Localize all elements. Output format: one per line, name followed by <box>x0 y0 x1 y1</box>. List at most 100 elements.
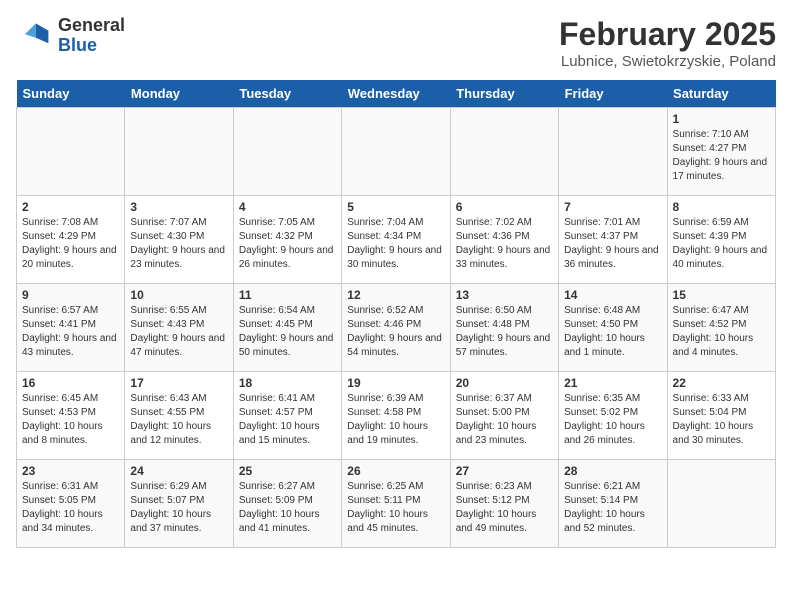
calendar-cell <box>342 108 450 196</box>
calendar-cell: 3 Sunrise: 7:07 AM Sunset: 4:30 PM Daylig… <box>125 196 233 284</box>
day-number: 27 <box>456 464 553 478</box>
day-info: Sunrise: 6:23 AM Sunset: 5:12 PM Dayligh… <box>456 480 553 536</box>
calendar-week-row: 16 Sunrise: 6:45 AM Sunset: 4:53 PM Dayli… <box>17 372 776 460</box>
calendar-title: February 2025 <box>559 16 776 53</box>
day-info: Sunrise: 6:45 AM Sunset: 4:53 PM Dayligh… <box>22 392 119 448</box>
calendar-cell: 10 Sunrise: 6:55 AM Sunset: 4:43 PM Dayli… <box>125 284 233 372</box>
weekday-header-saturday: Saturday <box>667 80 775 108</box>
day-number: 12 <box>347 288 444 302</box>
day-info: Sunrise: 6:25 AM Sunset: 5:11 PM Dayligh… <box>347 480 444 536</box>
day-number: 8 <box>673 200 770 214</box>
calendar-cell: 18 Sunrise: 6:41 AM Sunset: 4:57 PM Dayli… <box>233 372 341 460</box>
day-info: Sunrise: 6:47 AM Sunset: 4:52 PM Dayligh… <box>673 304 770 360</box>
calendar-cell: 13 Sunrise: 6:50 AM Sunset: 4:48 PM Dayli… <box>450 284 558 372</box>
day-info: Sunrise: 6:48 AM Sunset: 4:50 PM Dayligh… <box>564 304 661 360</box>
day-info: Sunrise: 6:52 AM Sunset: 4:46 PM Dayligh… <box>347 304 444 360</box>
day-info: Sunrise: 6:43 AM Sunset: 4:55 PM Dayligh… <box>130 392 227 448</box>
day-info: Sunrise: 6:57 AM Sunset: 4:41 PM Dayligh… <box>22 304 119 360</box>
calendar-cell: 7 Sunrise: 7:01 AM Sunset: 4:37 PM Daylig… <box>559 196 667 284</box>
day-info: Sunrise: 6:35 AM Sunset: 5:02 PM Dayligh… <box>564 392 661 448</box>
day-number: 1 <box>673 112 770 126</box>
calendar-week-row: 2Sunrise: 7:08 AM Sunset: 4:29 PM Daylig… <box>17 196 776 284</box>
calendar-cell: 21 Sunrise: 6:35 AM Sunset: 5:02 PM Dayli… <box>559 372 667 460</box>
day-number: 28 <box>564 464 661 478</box>
weekday-header-friday: Friday <box>559 80 667 108</box>
calendar-cell <box>450 108 558 196</box>
calendar-cell <box>125 108 233 196</box>
day-number: 24 <box>130 464 227 478</box>
day-number: 10 <box>130 288 227 302</box>
day-number: 25 <box>239 464 336 478</box>
day-number: 21 <box>564 376 661 390</box>
day-info: Sunrise: 7:08 AM Sunset: 4:29 PM Dayligh… <box>22 216 119 272</box>
calendar-cell: 1 Sunrise: 7:10 AM Sunset: 4:27 PM Daylig… <box>667 108 775 196</box>
calendar-cell: 15 Sunrise: 6:47 AM Sunset: 4:52 PM Dayli… <box>667 284 775 372</box>
day-number: 22 <box>673 376 770 390</box>
day-info: Sunrise: 6:37 AM Sunset: 5:00 PM Dayligh… <box>456 392 553 448</box>
calendar-cell: 24 Sunrise: 6:29 AM Sunset: 5:07 PM Dayli… <box>125 460 233 548</box>
calendar-cell <box>667 460 775 548</box>
day-info: Sunrise: 6:59 AM Sunset: 4:39 PM Dayligh… <box>673 216 770 272</box>
day-info: Sunrise: 7:10 AM Sunset: 4:27 PM Dayligh… <box>673 128 770 184</box>
logo: General Blue <box>16 16 125 56</box>
day-info: Sunrise: 6:31 AM Sunset: 5:05 PM Dayligh… <box>22 480 119 536</box>
day-number: 18 <box>239 376 336 390</box>
calendar-cell: 28 Sunrise: 6:21 AM Sunset: 5:14 PM Dayli… <box>559 460 667 548</box>
day-number: 4 <box>239 200 336 214</box>
day-number: 16 <box>22 376 119 390</box>
calendar-cell: 23 Sunrise: 6:31 AM Sunset: 5:05 PM Dayli… <box>17 460 125 548</box>
weekday-header-thursday: Thursday <box>450 80 558 108</box>
day-number: 7 <box>564 200 661 214</box>
weekday-header-row: SundayMondayTuesdayWednesdayThursdayFrid… <box>17 80 776 108</box>
day-info: Sunrise: 7:01 AM Sunset: 4:37 PM Dayligh… <box>564 216 661 272</box>
day-info: Sunrise: 6:33 AM Sunset: 5:04 PM Dayligh… <box>673 392 770 448</box>
calendar-cell: 14 Sunrise: 6:48 AM Sunset: 4:50 PM Dayli… <box>559 284 667 372</box>
day-info: Sunrise: 7:07 AM Sunset: 4:30 PM Dayligh… <box>130 216 227 272</box>
day-number: 3 <box>130 200 227 214</box>
calendar-week-row: 23 Sunrise: 6:31 AM Sunset: 5:05 PM Dayli… <box>17 460 776 548</box>
day-info: Sunrise: 6:50 AM Sunset: 4:48 PM Dayligh… <box>456 304 553 360</box>
day-number: 20 <box>456 376 553 390</box>
weekday-header-sunday: Sunday <box>17 80 125 108</box>
day-info: Sunrise: 6:39 AM Sunset: 4:58 PM Dayligh… <box>347 392 444 448</box>
calendar-week-row: 9 Sunrise: 6:57 AM Sunset: 4:41 PM Daylig… <box>17 284 776 372</box>
calendar-cell: 20 Sunrise: 6:37 AM Sunset: 5:00 PM Dayli… <box>450 372 558 460</box>
day-info: Sunrise: 6:21 AM Sunset: 5:14 PM Dayligh… <box>564 480 661 536</box>
day-info: Sunrise: 6:27 AM Sunset: 5:09 PM Dayligh… <box>239 480 336 536</box>
day-number: 17 <box>130 376 227 390</box>
day-number: 23 <box>22 464 119 478</box>
day-info: Sunrise: 6:41 AM Sunset: 4:57 PM Dayligh… <box>239 392 336 448</box>
page-header: General Blue February 2025 Lubnice, Swie… <box>16 16 776 70</box>
calendar-cell: 9 Sunrise: 6:57 AM Sunset: 4:41 PM Daylig… <box>17 284 125 372</box>
calendar-cell: 25 Sunrise: 6:27 AM Sunset: 5:09 PM Dayli… <box>233 460 341 548</box>
day-number: 5 <box>347 200 444 214</box>
calendar-cell: 22 Sunrise: 6:33 AM Sunset: 5:04 PM Dayli… <box>667 372 775 460</box>
calendar-cell: 17 Sunrise: 6:43 AM Sunset: 4:55 PM Dayli… <box>125 372 233 460</box>
logo-icon <box>16 18 52 54</box>
calendar-cell: 19Sunrise: 6:39 AM Sunset: 4:58 PM Dayli… <box>342 372 450 460</box>
logo-text: General Blue <box>58 16 125 56</box>
weekday-header-tuesday: Tuesday <box>233 80 341 108</box>
day-number: 15 <box>673 288 770 302</box>
calendar-subtitle: Lubnice, Swietokrzyskie, Poland <box>559 53 776 70</box>
calendar-cell: 27 Sunrise: 6:23 AM Sunset: 5:12 PM Dayli… <box>450 460 558 548</box>
day-info: Sunrise: 6:29 AM Sunset: 5:07 PM Dayligh… <box>130 480 227 536</box>
calendar-cell: 6Sunrise: 7:02 AM Sunset: 4:36 PM Daylig… <box>450 196 558 284</box>
calendar-cell: 12 Sunrise: 6:52 AM Sunset: 4:46 PM Dayli… <box>342 284 450 372</box>
calendar-cell: 4Sunrise: 7:05 AM Sunset: 4:32 PM Daylig… <box>233 196 341 284</box>
calendar-week-row: 1 Sunrise: 7:10 AM Sunset: 4:27 PM Daylig… <box>17 108 776 196</box>
day-number: 13 <box>456 288 553 302</box>
day-number: 6 <box>456 200 553 214</box>
calendar-cell: 2Sunrise: 7:08 AM Sunset: 4:29 PM Daylig… <box>17 196 125 284</box>
calendar-table: SundayMondayTuesdayWednesdayThursdayFrid… <box>16 80 776 548</box>
calendar-cell <box>233 108 341 196</box>
day-number: 14 <box>564 288 661 302</box>
calendar-cell: 8 Sunrise: 6:59 AM Sunset: 4:39 PM Daylig… <box>667 196 775 284</box>
day-number: 9 <box>22 288 119 302</box>
calendar-cell: 26Sunrise: 6:25 AM Sunset: 5:11 PM Dayli… <box>342 460 450 548</box>
day-info: Sunrise: 6:54 AM Sunset: 4:45 PM Dayligh… <box>239 304 336 360</box>
calendar-cell <box>17 108 125 196</box>
day-info: Sunrise: 7:04 AM Sunset: 4:34 PM Dayligh… <box>347 216 444 272</box>
day-info: Sunrise: 6:55 AM Sunset: 4:43 PM Dayligh… <box>130 304 227 360</box>
calendar-cell: 5 Sunrise: 7:04 AM Sunset: 4:34 PM Daylig… <box>342 196 450 284</box>
